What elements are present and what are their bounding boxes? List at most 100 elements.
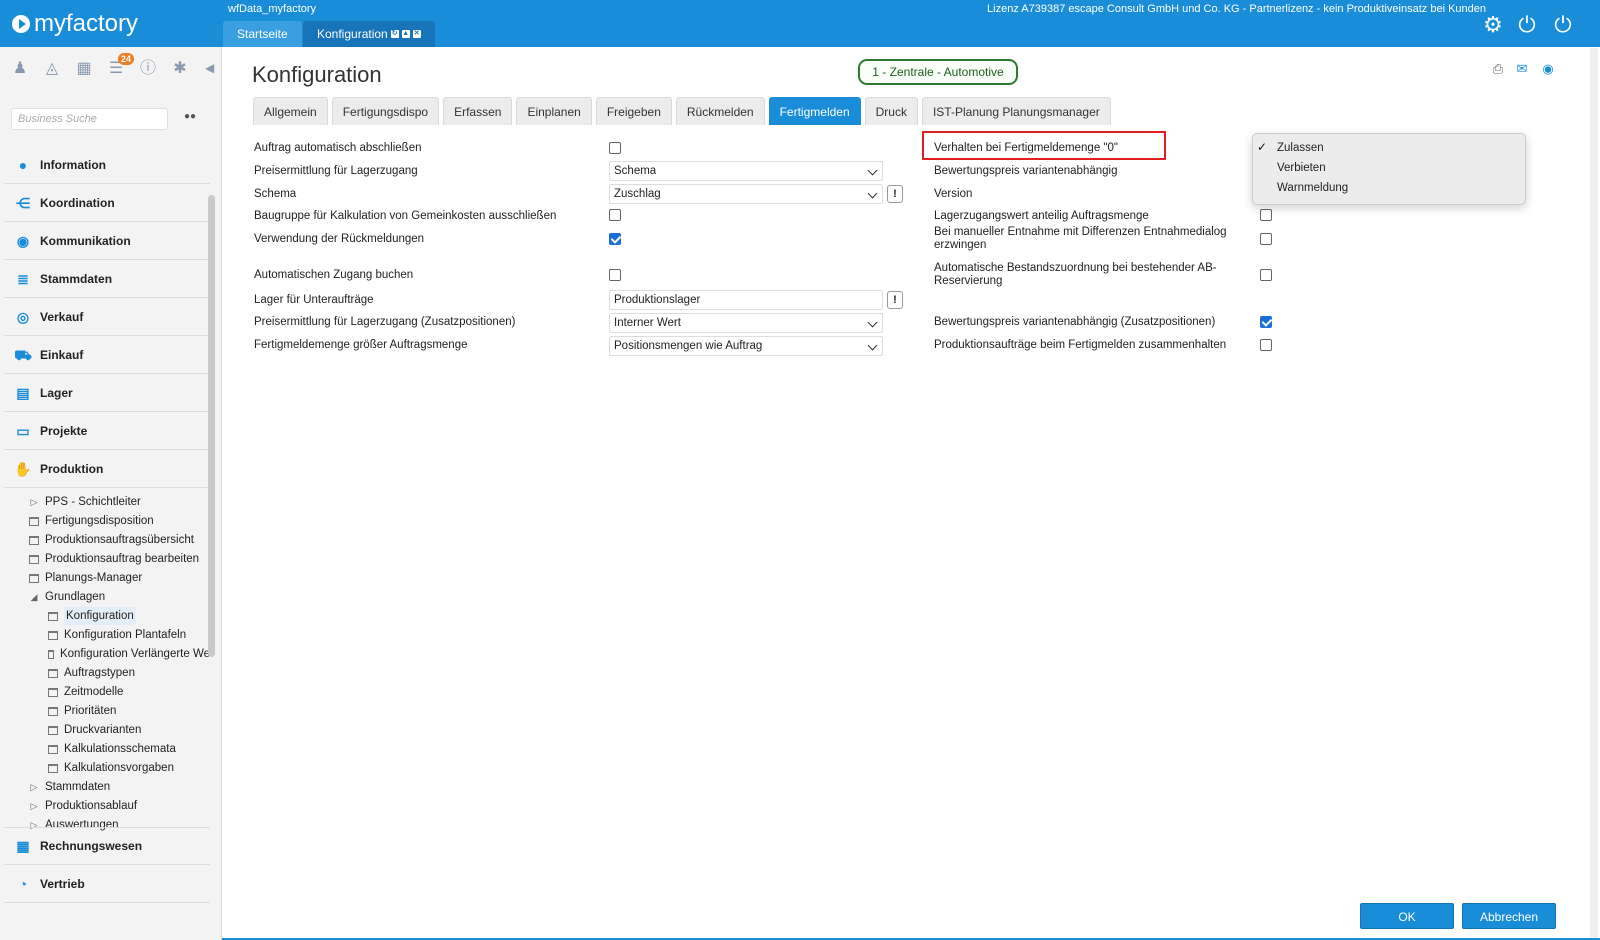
label-preis-zusatz: Preisermittlung für Lagerzugang (Zusatzp… bbox=[254, 316, 516, 328]
expand-arrow-icon[interactable]: ▷ bbox=[29, 497, 39, 507]
dropdown-option-warnmeldung[interactable]: Warnmeldung bbox=[1277, 182, 1348, 194]
nav-lager[interactable]: ▤ Lager bbox=[4, 374, 210, 412]
tree-item-konfiguration-verlaengerte[interactable]: Konfiguration Verlängerte We bbox=[48, 645, 210, 663]
myfactory-logo[interactable]: myfactory bbox=[12, 10, 138, 38]
tab-fertigungsdispo[interactable]: Fertigungsdispo bbox=[331, 97, 440, 125]
nav-verkauf[interactable]: ◎ Verkauf bbox=[4, 298, 210, 336]
business-search-input[interactable] bbox=[11, 108, 168, 130]
gauge-icon: ◔ bbox=[18, 875, 28, 892]
checkbox-zusammenhalten[interactable] bbox=[1260, 339, 1272, 351]
checkbox-bestand[interactable] bbox=[1260, 269, 1272, 281]
tab-fertigmelden[interactable]: Fertigmelden bbox=[768, 97, 861, 125]
nav-information[interactable]: ● Information bbox=[4, 146, 210, 184]
tab-ist-planung[interactable]: IST-Planung Planungsmanager bbox=[921, 97, 1111, 125]
collapse-arrow-icon[interactable]: ◢ bbox=[29, 592, 39, 602]
calendar-icon[interactable]: ▦ bbox=[74, 59, 94, 79]
sidebar-scrollbar[interactable] bbox=[208, 195, 215, 657]
tree-item-pps-schichtleiter[interactable]: ▷ PPS - Schichtleiter bbox=[29, 493, 141, 511]
tab-konfiguration[interactable]: Konfiguration ↻ ▲ ✕ bbox=[303, 21, 435, 47]
label-rueckmeldungen: Verwendung der Rückmeldungen bbox=[254, 233, 425, 245]
select-schema[interactable]: Zuschlag bbox=[609, 184, 883, 204]
tree-item-druckvarianten[interactable]: Druckvarianten bbox=[48, 721, 141, 739]
user-icon[interactable]: ♟ bbox=[10, 59, 30, 79]
tree-item-kalkulationsschemata[interactable]: Kalkulationsschemata bbox=[48, 740, 176, 758]
label-verhalten: Verhalten bei Fertigmeldemenge "0" bbox=[934, 142, 1118, 154]
dropdown-option-verbieten[interactable]: Verbieten bbox=[1277, 162, 1326, 174]
power-icon[interactable]: ⏻ bbox=[1514, 12, 1540, 38]
tab-erfassen[interactable]: Erfassen bbox=[443, 97, 513, 125]
tree-item-fertigungsdisposition[interactable]: Fertigungsdisposition bbox=[29, 512, 154, 530]
tree-item-grundlagen[interactable]: ◢ Grundlagen bbox=[29, 588, 106, 606]
nav-einkauf[interactable]: ⛟ Einkauf bbox=[4, 336, 210, 374]
power-logout-icon[interactable]: ⏻ bbox=[1550, 12, 1576, 38]
dropdown-option-zulassen[interactable]: Zulassen bbox=[1277, 142, 1324, 154]
eraser-icon[interactable]: ◬ bbox=[42, 59, 62, 79]
label-bewertung: Bewertungspreis variantenabhängig bbox=[934, 165, 1118, 177]
nav-vertrieb[interactable]: ◔ Vertrieb bbox=[4, 865, 210, 903]
checkbox-rueckmeldungen[interactable] bbox=[609, 233, 621, 245]
nav-stammdaten[interactable]: ≣ Stammdaten bbox=[4, 260, 210, 298]
tab-rueckmelden[interactable]: Rückmelden bbox=[675, 97, 765, 125]
main-scrollbar[interactable] bbox=[1590, 48, 1598, 938]
tree-item-konfiguration[interactable]: Konfiguration bbox=[48, 607, 136, 625]
mail-icon[interactable]: ✉ bbox=[1514, 61, 1530, 77]
tree-item-planungs-manager[interactable]: Planungs-Manager bbox=[29, 569, 142, 587]
schema-details-button[interactable]: ! bbox=[887, 185, 903, 203]
sidebar: ♟ ◬ ▦ ☰24 ⓘ ✱ ◀ ●● ●Information ⋲Koordin… bbox=[0, 47, 222, 940]
tasks-icon[interactable]: ☰ 24 bbox=[106, 53, 134, 79]
nav-rechnungswesen[interactable]: ▦ Rechnungswesen bbox=[4, 827, 210, 865]
context-badge[interactable]: 1 - Zentrale - Automotive bbox=[858, 59, 1018, 85]
checkbox-entnahme[interactable] bbox=[1260, 233, 1272, 245]
tree-item-produktionsauftragsuebersicht[interactable]: Produktionsauftragsübersicht bbox=[29, 531, 194, 549]
tree-item-prioritaeten[interactable]: Prioritäten bbox=[48, 702, 116, 720]
nav-produktion[interactable]: ✋ Produktion bbox=[4, 450, 210, 488]
asterisk-icon[interactable]: ✱ bbox=[170, 59, 190, 79]
expand-arrow-icon[interactable]: ▷ bbox=[29, 782, 39, 792]
coins-icon: ◎ bbox=[16, 308, 30, 325]
nav-projekte[interactable]: ▭ Projekte bbox=[4, 412, 210, 450]
checkbox-bewertung-zusatz[interactable] bbox=[1260, 316, 1272, 328]
tab-pin-icon[interactable]: ▲ bbox=[401, 30, 410, 38]
tree-item-produktionsauftrag-bearbeiten[interactable]: Produktionsauftrag bearbeiten bbox=[29, 550, 199, 568]
lager-details-button[interactable]: ! bbox=[887, 291, 903, 309]
checkbox-zugang-buchen[interactable] bbox=[609, 269, 621, 281]
grid-icon: ▦ bbox=[16, 838, 30, 854]
expand-arrow-icon[interactable]: ▷ bbox=[29, 801, 39, 811]
tree-item-kalkulationsvorgaben[interactable]: Kalkulationsvorgaben bbox=[48, 759, 174, 777]
tab-refresh-icon[interactable]: ↻ bbox=[390, 30, 399, 38]
info-circle-icon[interactable]: ⓘ bbox=[138, 59, 158, 79]
nav-kommunikation[interactable]: ◉ Kommunikation bbox=[4, 222, 210, 260]
tab-allgemein[interactable]: Allgemein bbox=[253, 97, 328, 125]
tab-startseite[interactable]: Startseite bbox=[223, 21, 302, 47]
checkbox-auftrag-abschliessen[interactable] bbox=[609, 142, 621, 154]
chevron-down-icon bbox=[867, 165, 878, 176]
search-options-icon[interactable]: ●● bbox=[184, 111, 196, 122]
help-icon[interactable]: ◉ bbox=[1540, 61, 1556, 77]
cancel-button[interactable]: Abbrechen bbox=[1462, 903, 1556, 929]
document-icon bbox=[48, 725, 58, 735]
checkbox-lagerzugangswert[interactable] bbox=[1260, 209, 1272, 221]
tab-druck[interactable]: Druck bbox=[864, 97, 918, 125]
gear-icon[interactable]: ⚙ bbox=[1480, 12, 1506, 38]
tab-einplanen[interactable]: Einplanen bbox=[516, 97, 592, 125]
document-icon bbox=[48, 744, 58, 754]
select-preis-zusatz[interactable]: Interner Wert bbox=[609, 313, 883, 333]
print-icon[interactable]: ⎙ bbox=[1490, 61, 1506, 77]
tab-freigeben[interactable]: Freigeben bbox=[595, 97, 672, 125]
tree-item-produktionsablauf[interactable]: ▷ Produktionsablauf bbox=[29, 797, 138, 815]
tree-item-auftragstypen[interactable]: Auftragstypen bbox=[48, 664, 135, 682]
nav-koordination[interactable]: ⋲ Koordination bbox=[4, 184, 210, 222]
collapse-sidebar-icon[interactable]: ◀ bbox=[205, 61, 214, 75]
select-preisermittlung[interactable]: Schema bbox=[609, 161, 883, 181]
document-icon bbox=[48, 687, 58, 697]
tree-item-konfiguration-plantafeln[interactable]: Konfiguration Plantafeln bbox=[48, 626, 186, 644]
label-schema: Schema bbox=[254, 188, 297, 200]
tree-item-zeitmodelle[interactable]: Zeitmodelle bbox=[48, 683, 123, 701]
tree-item-stammdaten[interactable]: ▷ Stammdaten bbox=[29, 778, 111, 796]
checkbox-baugruppe[interactable] bbox=[609, 209, 621, 221]
select-menge-groesser[interactable]: Positionsmengen wie Auftrag bbox=[609, 336, 883, 356]
ok-button[interactable]: OK bbox=[1360, 903, 1454, 929]
database-icon: ≣ bbox=[17, 270, 29, 287]
lager-input[interactable]: Produktionslager bbox=[609, 290, 883, 310]
tab-close-icon[interactable]: ✕ bbox=[412, 30, 421, 38]
